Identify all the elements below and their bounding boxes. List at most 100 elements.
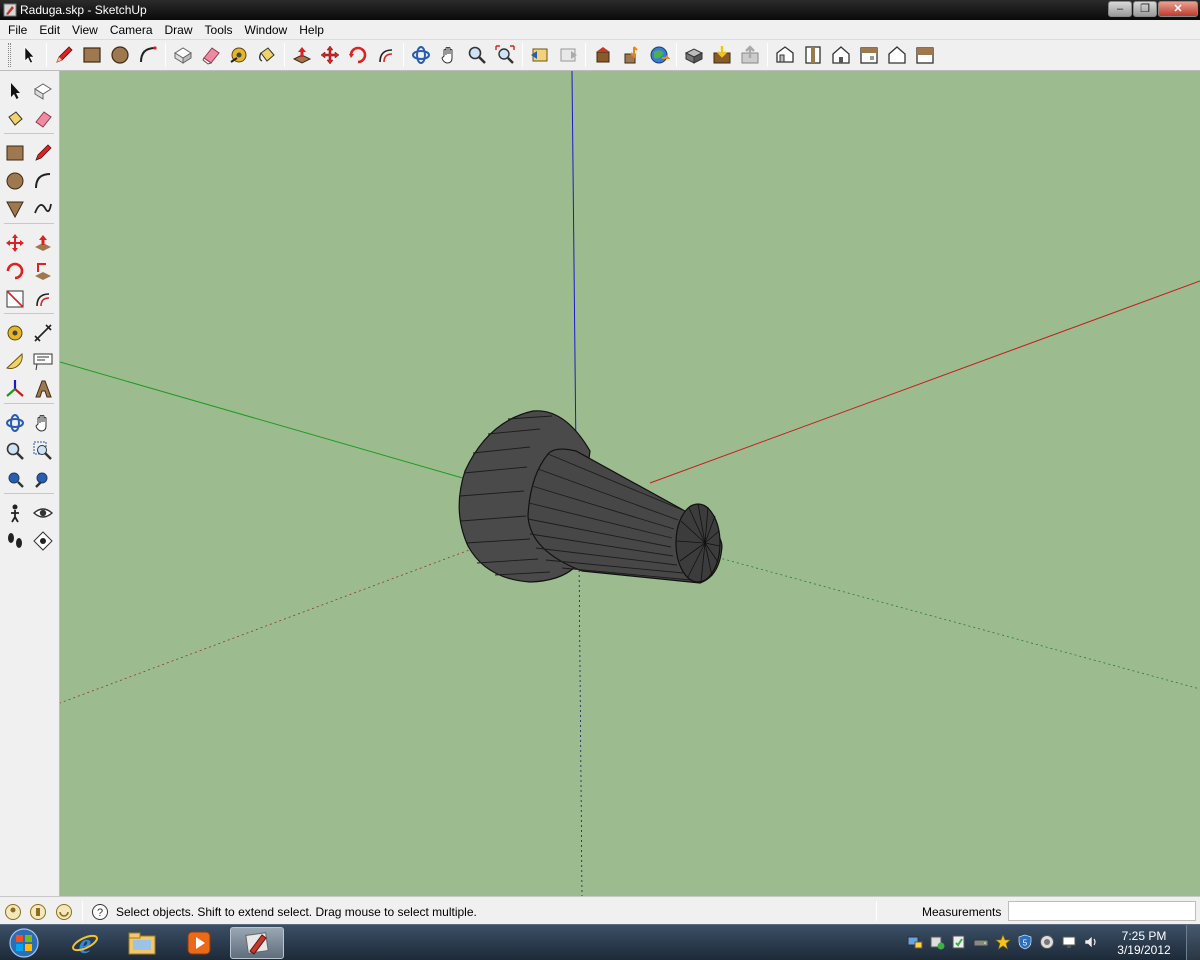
follow-me-button[interactable] bbox=[29, 257, 57, 285]
back-view-button[interactable] bbox=[883, 42, 911, 68]
start-button[interactable] bbox=[4, 927, 44, 959]
tray-item[interactable]: 5 bbox=[1016, 931, 1034, 953]
orbit-tool-button[interactable] bbox=[407, 42, 435, 68]
get-models-button[interactable] bbox=[589, 42, 617, 68]
text-tool-button[interactable] bbox=[29, 347, 57, 375]
next-view-button[interactable] bbox=[554, 42, 582, 68]
credits-icon[interactable] bbox=[29, 903, 47, 921]
iso-view-button[interactable] bbox=[771, 42, 799, 68]
arc-tool-button[interactable] bbox=[134, 42, 162, 68]
zoom-tool-button[interactable] bbox=[463, 42, 491, 68]
make-component-button[interactable] bbox=[29, 77, 57, 105]
menu-camera[interactable]: Camera bbox=[104, 21, 159, 39]
share-component-button[interactable] bbox=[645, 42, 673, 68]
scale-tool-button[interactable] bbox=[1, 285, 29, 313]
minimize-button[interactable]: – bbox=[1108, 1, 1132, 17]
taskbar-explorer[interactable] bbox=[115, 927, 169, 959]
push-pull-button[interactable] bbox=[288, 42, 316, 68]
menu-window[interactable]: Window bbox=[239, 21, 294, 39]
push-pull-button[interactable] bbox=[29, 229, 57, 257]
pan-tool-button[interactable] bbox=[435, 42, 463, 68]
right-view-button[interactable] bbox=[855, 42, 883, 68]
offset-tool-button[interactable] bbox=[372, 42, 400, 68]
eraser-tool-button[interactable] bbox=[197, 42, 225, 68]
menu-edit[interactable]: Edit bbox=[33, 21, 66, 39]
zoom-extents-button[interactable] bbox=[1, 465, 29, 493]
move-tool-button[interactable] bbox=[316, 42, 344, 68]
previous-view-button[interactable] bbox=[29, 465, 57, 493]
close-button[interactable]: ✕ bbox=[1158, 1, 1198, 17]
tray-item[interactable] bbox=[972, 931, 990, 953]
tray-item[interactable] bbox=[1038, 931, 1056, 953]
tray-item[interactable] bbox=[1082, 931, 1100, 953]
pan-icon bbox=[35, 415, 47, 432]
maximize-button[interactable]: ❐ bbox=[1133, 1, 1157, 17]
front-view-button[interactable] bbox=[827, 42, 855, 68]
axes-tool-button[interactable] bbox=[1, 375, 29, 403]
zoom-tool-button[interactable] bbox=[1, 437, 29, 465]
section-plane-button[interactable] bbox=[29, 527, 57, 555]
tray-item[interactable] bbox=[1060, 931, 1078, 953]
rotate-tool-button[interactable] bbox=[1, 257, 29, 285]
previous-view-button[interactable] bbox=[526, 42, 554, 68]
tape-measure-button[interactable] bbox=[1, 319, 29, 347]
dimension-tool-button[interactable] bbox=[29, 319, 57, 347]
offset-tool-button[interactable] bbox=[29, 285, 57, 313]
show-desktop-button[interactable] bbox=[1186, 925, 1200, 960]
tray-item[interactable] bbox=[994, 931, 1012, 953]
zoom-window-button[interactable] bbox=[29, 437, 57, 465]
arc-tool-button[interactable] bbox=[29, 167, 57, 195]
make-component-button[interactable] bbox=[169, 42, 197, 68]
position-camera-button[interactable] bbox=[1, 499, 29, 527]
user-icon[interactable] bbox=[55, 903, 73, 921]
geolocation-icon[interactable] bbox=[4, 903, 22, 921]
measurements-input[interactable] bbox=[1008, 901, 1196, 921]
line-tool-button[interactable] bbox=[29, 139, 57, 167]
viewport-canvas[interactable] bbox=[60, 71, 1200, 896]
export-button[interactable] bbox=[736, 42, 764, 68]
menu-tools[interactable]: Tools bbox=[199, 21, 239, 39]
look-around-button[interactable] bbox=[29, 499, 57, 527]
paint-bucket-button[interactable] bbox=[253, 42, 281, 68]
get-photo-texture-button[interactable] bbox=[680, 42, 708, 68]
model-viewport[interactable] bbox=[60, 71, 1200, 896]
taskbar-clock[interactable]: 7:25 PM 3/19/2012 bbox=[1114, 929, 1174, 957]
circle-tool-button[interactable] bbox=[106, 42, 134, 68]
rectangle-tool-button[interactable] bbox=[78, 42, 106, 68]
top-view-button[interactable] bbox=[799, 42, 827, 68]
eraser-tool-button[interactable] bbox=[29, 105, 57, 133]
zoom-extents-button[interactable] bbox=[491, 42, 519, 68]
pan-tool-button[interactable] bbox=[29, 409, 57, 437]
rectangle-tool-button[interactable] bbox=[1, 139, 29, 167]
paint-bucket-button[interactable] bbox=[1, 105, 29, 133]
taskbar-internet-explorer[interactable]: e bbox=[58, 927, 112, 959]
walk-tool-button[interactable] bbox=[1, 527, 29, 555]
taskbar-media-player[interactable] bbox=[172, 927, 226, 959]
cone-model[interactable] bbox=[458, 410, 723, 584]
move-tool-button[interactable] bbox=[1, 229, 29, 257]
tray-item[interactable] bbox=[950, 931, 968, 953]
taskbar-sketchup[interactable] bbox=[230, 927, 284, 959]
select-tool-button[interactable] bbox=[15, 42, 43, 68]
circle-tool-button[interactable] bbox=[1, 167, 29, 195]
protractor-button[interactable] bbox=[1, 347, 29, 375]
import-button[interactable] bbox=[708, 42, 736, 68]
toolbar-grip[interactable] bbox=[8, 43, 11, 67]
share-model-button[interactable] bbox=[617, 42, 645, 68]
menu-draw[interactable]: Draw bbox=[159, 21, 199, 39]
menu-file[interactable]: File bbox=[2, 21, 33, 39]
tray-item[interactable] bbox=[928, 931, 946, 953]
orbit-tool-button[interactable] bbox=[1, 409, 29, 437]
freehand-tool-button[interactable] bbox=[29, 195, 57, 223]
left-view-button[interactable] bbox=[911, 42, 939, 68]
pencil-tool-button[interactable] bbox=[50, 42, 78, 68]
tray-item[interactable] bbox=[906, 931, 924, 953]
menu-help[interactable]: Help bbox=[293, 21, 330, 39]
select-tool-button[interactable] bbox=[1, 77, 29, 105]
rotate-tool-button[interactable] bbox=[344, 42, 372, 68]
help-icon[interactable]: ? bbox=[91, 903, 109, 921]
tape-measure-button[interactable] bbox=[225, 42, 253, 68]
polygon-tool-button[interactable] bbox=[1, 195, 29, 223]
3d-text-button[interactable] bbox=[29, 375, 57, 403]
menu-view[interactable]: View bbox=[66, 21, 104, 39]
